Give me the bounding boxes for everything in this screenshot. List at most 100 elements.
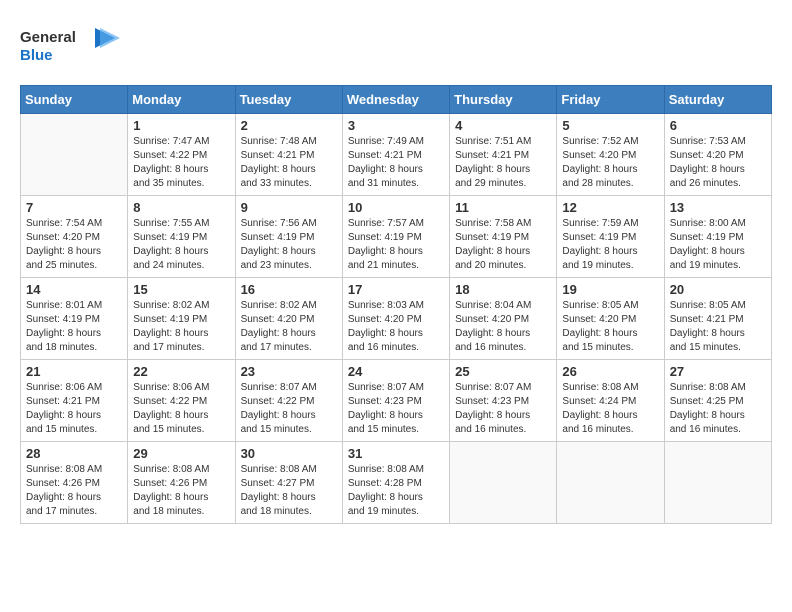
calendar-cell: 14Sunrise: 8:01 AM Sunset: 4:19 PM Dayli… — [21, 278, 128, 360]
day-info: Sunrise: 8:07 AM Sunset: 4:23 PM Dayligh… — [455, 381, 551, 437]
day-info: Sunrise: 7:49 AM Sunset: 4:21 PM Dayligh… — [348, 135, 444, 191]
day-info: Sunrise: 7:53 AM Sunset: 4:20 PM Dayligh… — [670, 135, 766, 191]
calendar-cell: 15 Sunrise: 8:02 AM Sunset: 4:19 PM Dayli… — [128, 278, 235, 360]
weekday-header-monday: Monday — [128, 86, 235, 114]
svg-text:Blue: Blue — [20, 47, 53, 64]
calendar-cell: 19Sunrise: 8:05 AM Sunset: 4:20 PM Dayli… — [557, 278, 664, 360]
calendar-cell — [450, 442, 557, 524]
calendar-table: SundayMondayTuesdayWednesdayThursdayFrid… — [20, 85, 772, 524]
day-info: Sunrise: 8:07 AM Sunset: 4:23 PM Dayligh… — [348, 381, 444, 437]
day-info: Sunrise: 7:48 AM Sunset: 4:21 PM Dayligh… — [241, 135, 337, 191]
calendar-cell: 28 Sunrise: 8:08 AM Sunset: 4:26 PM Dayli… — [21, 442, 128, 524]
weekday-header-wednesday: Wednesday — [342, 86, 449, 114]
day-number: 17 — [348, 282, 444, 297]
calendar-cell: 31 Sunrise: 8:08 AM Sunset: 4:28 PM Dayli… — [342, 442, 449, 524]
day-number: 31 — [348, 446, 444, 461]
calendar-cell: 23 Sunrise: 8:07 AM Sunset: 4:22 PM Dayli… — [235, 360, 342, 442]
calendar-cell — [557, 442, 664, 524]
day-info: Sunrise: 8:08 AM Sunset: 4:26 PM Dayligh… — [133, 463, 229, 519]
svg-text:General: General — [20, 29, 76, 46]
calendar-cell: 10Sunrise: 7:57 AM Sunset: 4:19 PM Dayli… — [342, 196, 449, 278]
calendar-cell: 20 Sunrise: 8:05 AM Sunset: 4:21 PM Dayli… — [664, 278, 771, 360]
day-info: Sunrise: 8:08 AM Sunset: 4:28 PM Dayligh… — [348, 463, 444, 519]
calendar-cell: 12 Sunrise: 7:59 AM Sunset: 4:19 PM Dayli… — [557, 196, 664, 278]
day-info: Sunrise: 7:54 AM Sunset: 4:20 PM Dayligh… — [26, 217, 122, 273]
day-info: Sunrise: 8:08 AM Sunset: 4:26 PM Dayligh… — [26, 463, 122, 519]
day-info: Sunrise: 8:07 AM Sunset: 4:22 PM Dayligh… — [241, 381, 337, 437]
calendar-cell: 22 Sunrise: 8:06 AM Sunset: 4:22 PM Dayli… — [128, 360, 235, 442]
day-number: 20 — [670, 282, 766, 297]
week-row-2: 14Sunrise: 8:01 AM Sunset: 4:19 PM Dayli… — [21, 278, 772, 360]
calendar-cell: 27 Sunrise: 8:08 AM Sunset: 4:25 PM Dayli… — [664, 360, 771, 442]
day-number: 15 — [133, 282, 229, 297]
day-number: 28 — [26, 446, 122, 461]
day-info: Sunrise: 7:56 AM Sunset: 4:19 PM Dayligh… — [241, 217, 337, 273]
day-number: 29 — [133, 446, 229, 461]
day-info: Sunrise: 7:51 AM Sunset: 4:21 PM Dayligh… — [455, 135, 551, 191]
day-info: Sunrise: 8:08 AM Sunset: 4:25 PM Dayligh… — [670, 381, 766, 437]
calendar-cell: 16Sunrise: 8:02 AM Sunset: 4:20 PM Dayli… — [235, 278, 342, 360]
day-number: 8 — [133, 200, 229, 215]
calendar-cell: 13 Sunrise: 8:00 AM Sunset: 4:19 PM Dayli… — [664, 196, 771, 278]
day-number: 5 — [562, 118, 658, 133]
calendar-cell: 1 Sunrise: 7:47 AM Sunset: 4:22 PM Daylig… — [128, 114, 235, 196]
day-info: Sunrise: 8:05 AM Sunset: 4:21 PM Dayligh… — [670, 299, 766, 355]
day-number: 4 — [455, 118, 551, 133]
weekday-header-sunday: Sunday — [21, 86, 128, 114]
calendar-cell: 4 Sunrise: 7:51 AM Sunset: 4:21 PM Daylig… — [450, 114, 557, 196]
day-info: Sunrise: 8:02 AM Sunset: 4:20 PM Dayligh… — [241, 299, 337, 355]
day-number: 24 — [348, 364, 444, 379]
page-header: General Blue — [20, 20, 772, 75]
day-info: Sunrise: 8:06 AM Sunset: 4:21 PM Dayligh… — [26, 381, 122, 437]
day-info: Sunrise: 7:52 AM Sunset: 4:20 PM Dayligh… — [562, 135, 658, 191]
calendar-cell: 25 Sunrise: 8:07 AM Sunset: 4:23 PM Dayli… — [450, 360, 557, 442]
day-number: 27 — [670, 364, 766, 379]
day-number: 18 — [455, 282, 551, 297]
day-number: 23 — [241, 364, 337, 379]
calendar-cell: 7Sunrise: 7:54 AM Sunset: 4:20 PM Daylig… — [21, 196, 128, 278]
day-number: 25 — [455, 364, 551, 379]
calendar-cell: 6 Sunrise: 7:53 AM Sunset: 4:20 PM Daylig… — [664, 114, 771, 196]
calendar-cell: 17Sunrise: 8:03 AM Sunset: 4:20 PM Dayli… — [342, 278, 449, 360]
day-number: 14 — [26, 282, 122, 297]
week-row-1: 7Sunrise: 7:54 AM Sunset: 4:20 PM Daylig… — [21, 196, 772, 278]
week-row-3: 21 Sunrise: 8:06 AM Sunset: 4:21 PM Dayli… — [21, 360, 772, 442]
calendar-header: SundayMondayTuesdayWednesdayThursdayFrid… — [21, 86, 772, 114]
calendar-cell: 5 Sunrise: 7:52 AM Sunset: 4:20 PM Daylig… — [557, 114, 664, 196]
day-info: Sunrise: 8:00 AM Sunset: 4:19 PM Dayligh… — [670, 217, 766, 273]
day-info: Sunrise: 7:59 AM Sunset: 4:19 PM Dayligh… — [562, 217, 658, 273]
calendar-cell: 18 Sunrise: 8:04 AM Sunset: 4:20 PM Dayli… — [450, 278, 557, 360]
calendar-cell: 2 Sunrise: 7:48 AM Sunset: 4:21 PM Daylig… — [235, 114, 342, 196]
calendar-cell: 24 Sunrise: 8:07 AM Sunset: 4:23 PM Dayli… — [342, 360, 449, 442]
weekday-header-thursday: Thursday — [450, 86, 557, 114]
day-number: 13 — [670, 200, 766, 215]
weekday-row: SundayMondayTuesdayWednesdayThursdayFrid… — [21, 86, 772, 114]
day-info: Sunrise: 8:04 AM Sunset: 4:20 PM Dayligh… — [455, 299, 551, 355]
calendar-cell: 8Sunrise: 7:55 AM Sunset: 4:19 PM Daylig… — [128, 196, 235, 278]
day-number: 19 — [562, 282, 658, 297]
calendar-cell — [21, 114, 128, 196]
day-info: Sunrise: 8:02 AM Sunset: 4:19 PM Dayligh… — [133, 299, 229, 355]
weekday-header-saturday: Saturday — [664, 86, 771, 114]
logo-text: General Blue — [20, 20, 130, 75]
day-number: 22 — [133, 364, 229, 379]
day-number: 2 — [241, 118, 337, 133]
day-number: 9 — [241, 200, 337, 215]
week-row-4: 28 Sunrise: 8:08 AM Sunset: 4:26 PM Dayli… — [21, 442, 772, 524]
day-number: 12 — [562, 200, 658, 215]
calendar-cell: 29 Sunrise: 8:08 AM Sunset: 4:26 PM Dayli… — [128, 442, 235, 524]
day-info: Sunrise: 7:47 AM Sunset: 4:22 PM Dayligh… — [133, 135, 229, 191]
day-number: 11 — [455, 200, 551, 215]
day-number: 10 — [348, 200, 444, 215]
calendar-cell: 26Sunrise: 8:08 AM Sunset: 4:24 PM Dayli… — [557, 360, 664, 442]
day-info: Sunrise: 8:08 AM Sunset: 4:27 PM Dayligh… — [241, 463, 337, 519]
day-number: 21 — [26, 364, 122, 379]
day-number: 26 — [562, 364, 658, 379]
calendar-cell — [664, 442, 771, 524]
day-info: Sunrise: 8:06 AM Sunset: 4:22 PM Dayligh… — [133, 381, 229, 437]
day-number: 3 — [348, 118, 444, 133]
day-number: 6 — [670, 118, 766, 133]
day-number: 30 — [241, 446, 337, 461]
calendar-body: 1 Sunrise: 7:47 AM Sunset: 4:22 PM Daylig… — [21, 114, 772, 524]
day-number: 1 — [133, 118, 229, 133]
